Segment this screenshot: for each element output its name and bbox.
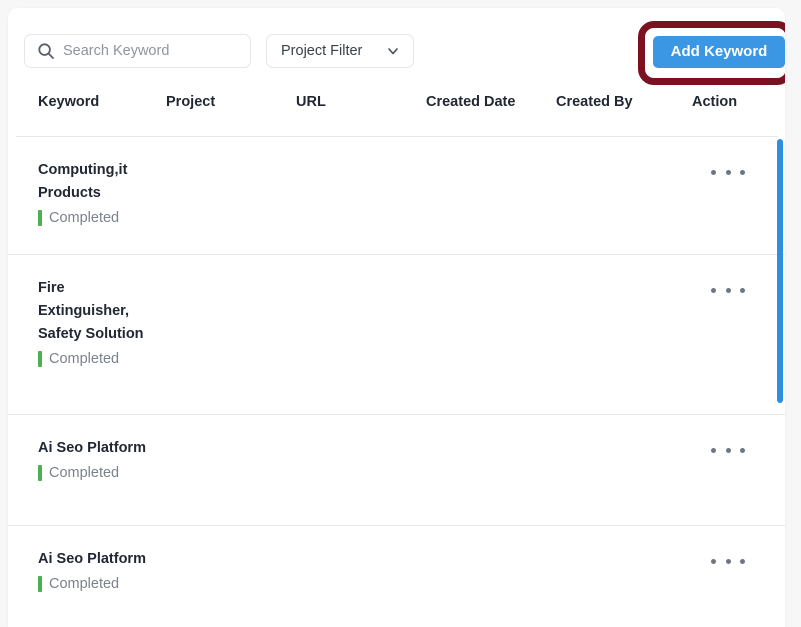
row-action-menu-button[interactable] [711, 552, 745, 570]
toolbar: Project Filter Add Keyword [8, 8, 785, 88]
table-body: Computing,it Products Completed Fire Ext… [8, 137, 785, 627]
table-scrollbar-thumb[interactable] [777, 139, 783, 403]
project-filter-dropdown[interactable]: Project Filter [266, 34, 414, 68]
status-badge: Completed [38, 465, 150, 481]
column-header-url: URL [296, 94, 326, 110]
column-header-created-date: Created Date [426, 94, 516, 110]
ellipsis-icon [725, 558, 731, 564]
chevron-down-icon [388, 48, 398, 55]
column-header-action: Action [692, 94, 738, 110]
ellipsis-icon [740, 287, 745, 293]
column-header-created-by: Created By [556, 94, 633, 110]
status-indicator-bar [38, 465, 42, 481]
status-label: Completed [49, 465, 120, 481]
project-filter-label: Project Filter [281, 43, 363, 59]
table-row[interactable]: Computing,it Products Completed [8, 137, 785, 255]
status-badge: Completed [38, 210, 150, 226]
status-indicator-bar [38, 576, 42, 592]
ellipsis-icon [711, 558, 716, 564]
row-action-menu-button[interactable] [711, 441, 745, 459]
status-indicator-bar [38, 351, 42, 367]
search-icon [38, 43, 54, 59]
table-row[interactable]: Fire Extinguisher, Safety Solution Compl… [8, 255, 785, 415]
status-badge: Completed [38, 576, 150, 592]
keyword-cell: Ai Seo Platform Completed [38, 437, 150, 481]
column-header-keyword: Keyword [38, 94, 100, 110]
keyword-name: Fire Extinguisher, Safety Solution [38, 280, 144, 342]
ellipsis-icon [725, 287, 731, 293]
ellipsis-icon [740, 558, 745, 564]
status-label: Completed [49, 210, 120, 226]
ellipsis-icon [740, 169, 745, 175]
keyword-name: Ai Seo Platform [38, 551, 146, 567]
search-box[interactable] [24, 34, 251, 68]
status-label: Completed [49, 351, 120, 367]
column-header-project: Project [166, 94, 216, 110]
ellipsis-icon [711, 447, 716, 453]
keyword-name: Ai Seo Platform [38, 440, 146, 456]
ellipsis-icon [725, 169, 731, 175]
status-badge: Completed [38, 351, 150, 367]
status-label: Completed [49, 576, 120, 592]
ellipsis-icon [725, 447, 731, 453]
keyword-list-card: Project Filter Add Keyword Keyword Proje… [8, 8, 785, 627]
ellipsis-icon [711, 287, 716, 293]
status-indicator-bar [38, 210, 42, 226]
row-action-menu-button[interactable] [711, 281, 745, 299]
ellipsis-icon [740, 447, 745, 453]
keyword-cell: Ai Seo Platform Completed [38, 548, 150, 592]
keyword-cell: Computing,it Products Completed [38, 159, 150, 226]
keyword-cell: Fire Extinguisher, Safety Solution Compl… [38, 277, 150, 367]
keyword-name: Computing,it Products [38, 162, 128, 201]
table-scrollbar-track[interactable] [777, 137, 783, 627]
ellipsis-icon [711, 169, 716, 175]
row-action-menu-button[interactable] [711, 163, 745, 181]
search-input[interactable] [63, 43, 233, 59]
table-row[interactable]: Ai Seo Platform Completed [8, 526, 785, 627]
table-row[interactable]: Ai Seo Platform Completed [8, 415, 785, 526]
table-header-row: Keyword Project URL Created Date Created… [8, 94, 785, 136]
add-keyword-button[interactable]: Add Keyword [653, 36, 785, 68]
